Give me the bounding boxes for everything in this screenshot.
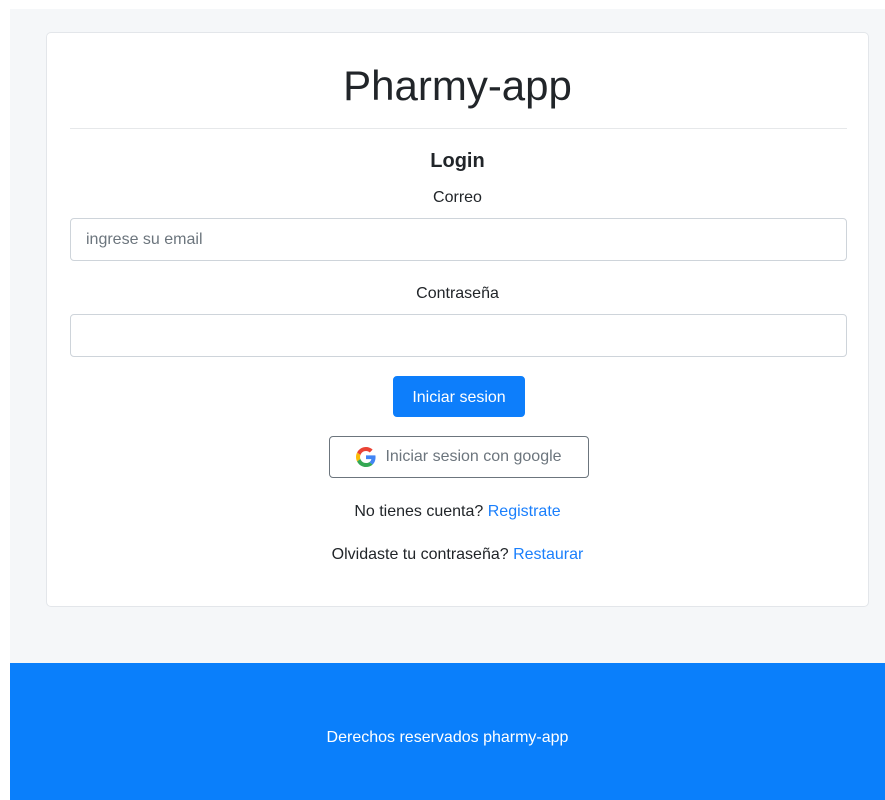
email-label: Correo: [433, 189, 482, 206]
register-line: No tienes cuenta? Registrate: [47, 502, 868, 522]
password-field[interactable]: [70, 314, 847, 357]
restore-prompt: Olvidaste tu contraseña?: [331, 546, 509, 563]
google-login-button[interactable]: Iniciar sesion con google: [329, 436, 589, 478]
login-button[interactable]: Iniciar sesion: [393, 376, 525, 417]
google-login-label: Iniciar sesion con google: [385, 448, 562, 465]
password-label: Contraseña: [416, 285, 499, 302]
title-divider: [70, 128, 847, 129]
google-icon: [356, 447, 376, 467]
email-field[interactable]: [70, 218, 847, 261]
login-heading: Login: [430, 150, 485, 172]
login-card: Pharmy-app Login Correo Contraseña Inici…: [46, 32, 869, 607]
restore-link[interactable]: Restaurar: [513, 546, 583, 563]
restore-line: Olvidaste tu contraseña? Restaurar: [47, 545, 868, 565]
register-link[interactable]: Registrate: [488, 503, 561, 520]
app-title: Pharmy-app: [343, 62, 572, 109]
footer-text: Derechos reservados pharmy-app: [326, 729, 569, 746]
register-prompt: No tienes cuenta?: [354, 503, 484, 520]
footer: Derechos reservados pharmy-app: [10, 663, 885, 800]
